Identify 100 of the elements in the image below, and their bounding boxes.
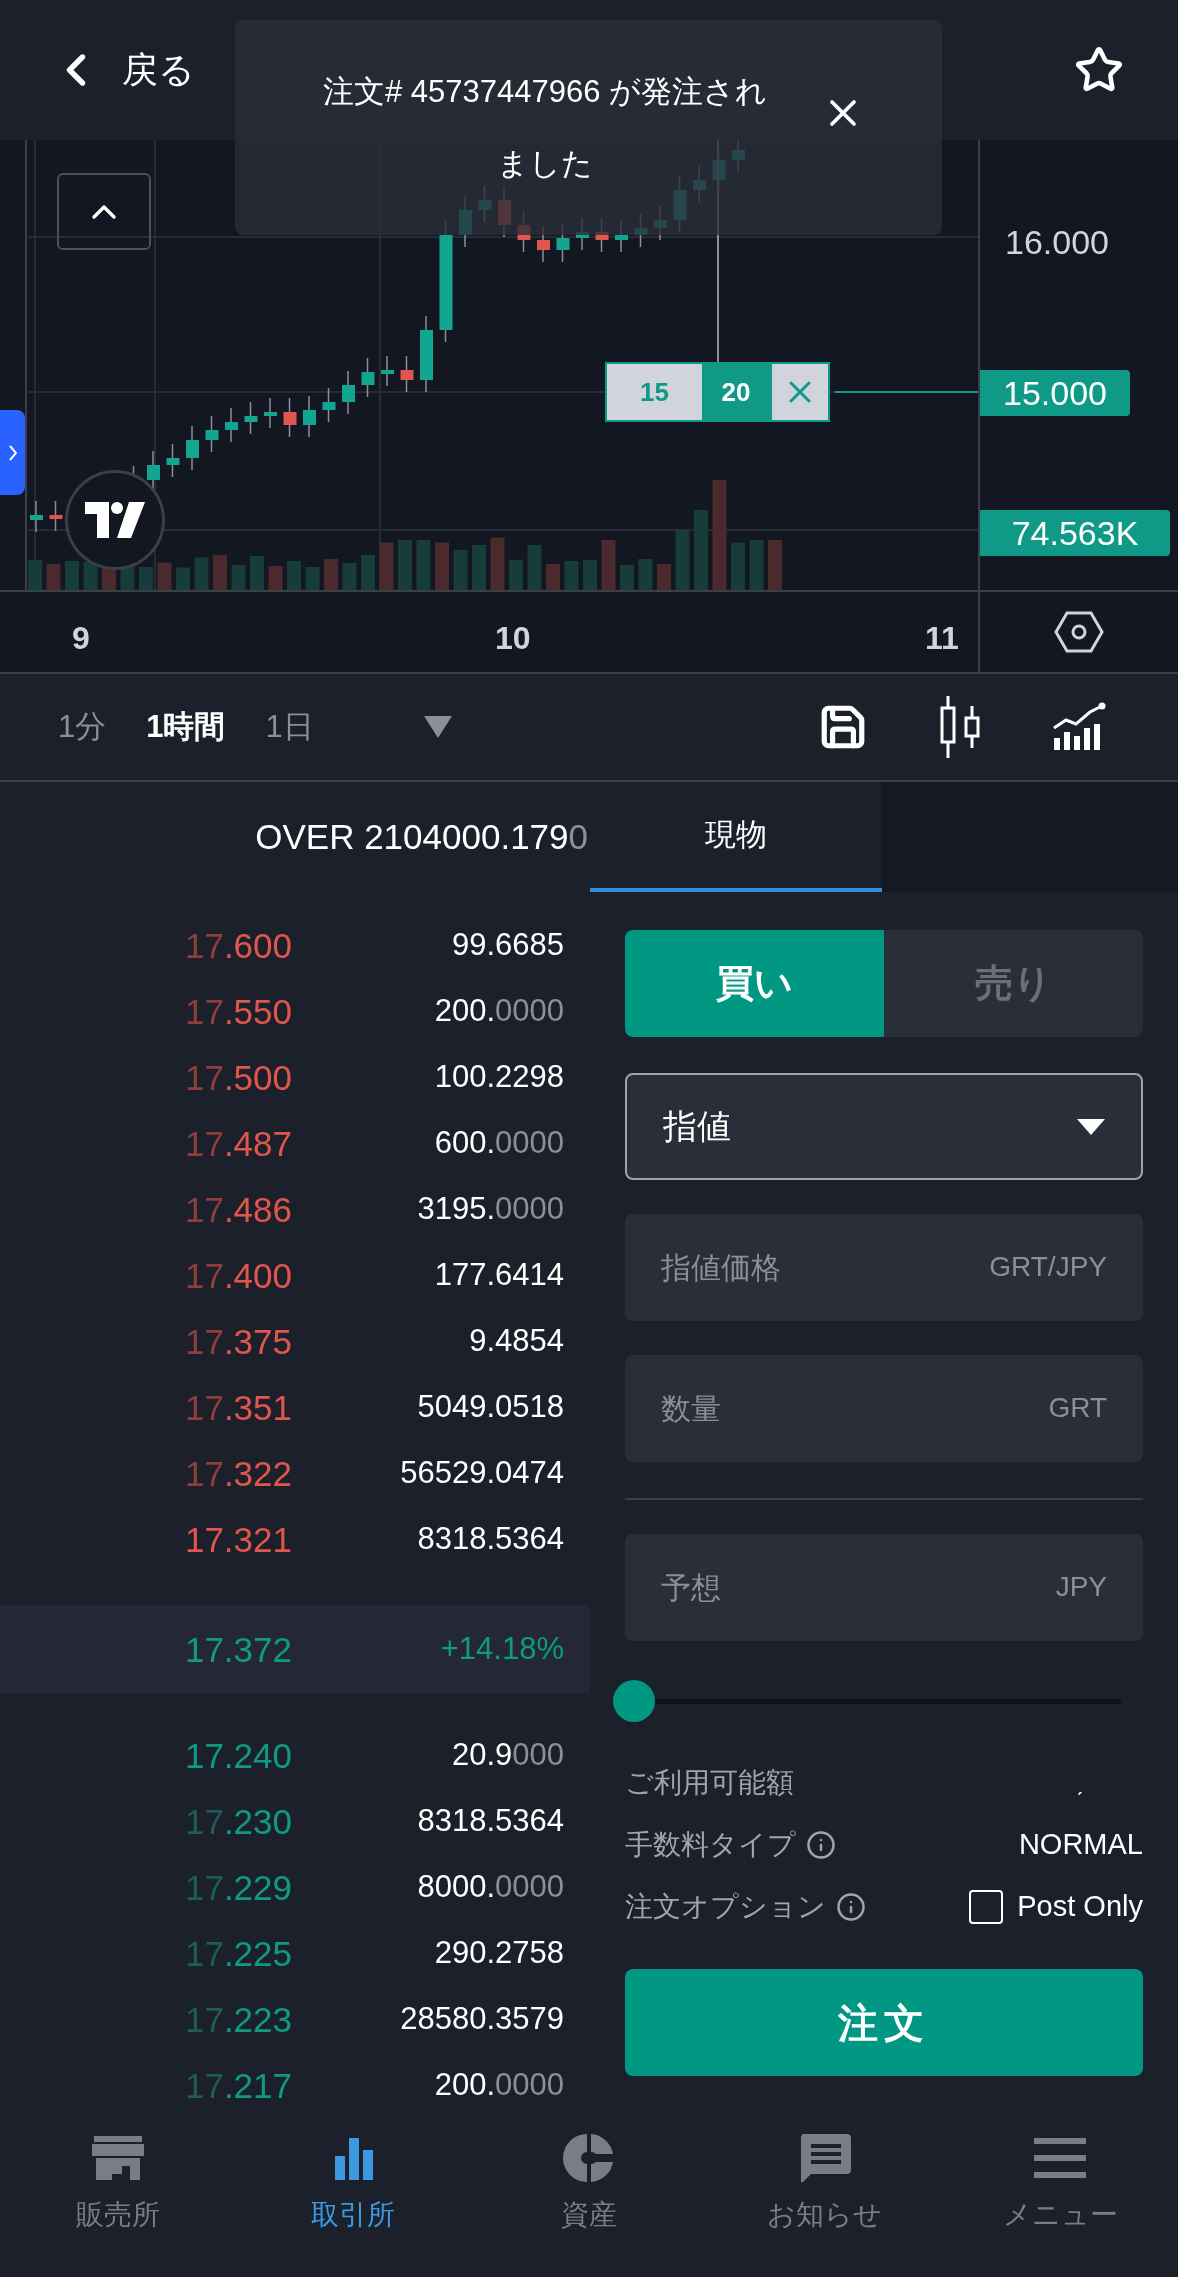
ask-amount: 9.4854 <box>469 1321 564 1360</box>
ask-amount: 5049.0518 <box>417 1387 564 1426</box>
candlestick-icon[interactable] <box>938 696 982 758</box>
side-panel-handle[interactable] <box>0 410 25 495</box>
order-button[interactable]: 注文 <box>625 1969 1143 2076</box>
ask-price: 17.486 <box>184 1191 292 1227</box>
candle <box>264 397 277 429</box>
time-axis-label: 9 <box>72 619 90 658</box>
volume-bar <box>361 555 375 590</box>
volume-bar <box>583 560 597 590</box>
candle <box>205 415 219 453</box>
bid-price: 17.229 <box>184 1869 292 1905</box>
volume-bar <box>509 560 523 590</box>
candle <box>381 355 394 387</box>
volume-bar <box>268 566 283 590</box>
ask-price: 17.400 <box>184 1257 292 1293</box>
volume-bar <box>250 556 264 590</box>
amount-slider[interactable] <box>613 1679 1121 1723</box>
info-icon[interactable] <box>836 1892 866 1922</box>
volume-bar <box>324 559 338 590</box>
bid-amount: 290.2758 <box>434 1933 564 1972</box>
volume-bar <box>194 557 209 590</box>
candle <box>186 425 199 471</box>
volume-bar <box>65 561 79 590</box>
volume-bar <box>46 564 61 590</box>
bid-price: 17.217 <box>184 2067 292 2103</box>
volume-bar <box>453 550 468 590</box>
info-icon[interactable] <box>806 1830 836 1860</box>
candle <box>322 387 336 423</box>
order-type-dropdown[interactable]: 指値 <box>625 1073 1143 1180</box>
ask-price: 17.550 <box>184 993 292 1029</box>
unit-label: JPY <box>1055 1570 1107 1604</box>
volume-bar <box>564 561 579 590</box>
order-quantity: 20 <box>702 364 770 420</box>
indicators-icon[interactable] <box>1052 702 1108 752</box>
bid-amount: 200.0000 <box>434 2065 564 2104</box>
bid-amount: 28580.3579 <box>400 1999 564 2038</box>
nav-tab[interactable]: 販売所 <box>0 2120 236 2277</box>
volume-bar <box>305 567 320 590</box>
price-change: +14.18% <box>440 1629 564 1668</box>
order-option-label: 注文オプション <box>625 1890 826 1924</box>
volume-bar <box>213 555 227 590</box>
bid-price: 17.225 <box>184 1935 292 1971</box>
bid-price: 17.223 <box>184 2001 292 2037</box>
volume-bar <box>287 561 301 590</box>
post-only-checkbox[interactable] <box>969 1890 1004 1924</box>
price-axis-label: 16.000 <box>1005 222 1109 263</box>
unit-label: GRT/JPY <box>989 1250 1107 1284</box>
back-button[interactable]: 戻る <box>50 43 195 97</box>
bid-amount: 8000.0000 <box>417 1867 564 1906</box>
side-toggle[interactable]: 売り <box>884 930 1143 1037</box>
available-label: ご利用可能額 <box>625 1766 794 1800</box>
volume-bar <box>176 567 190 590</box>
volume-bar <box>638 559 653 590</box>
nav-tab[interactable]: お知らせ <box>706 2120 943 2277</box>
candle <box>49 500 63 532</box>
candle <box>400 355 414 393</box>
ask-price: 17.322 <box>184 1455 292 1491</box>
volume-bar <box>435 542 449 590</box>
unit-label: GRT <box>1048 1391 1107 1425</box>
order-book-header: OVER 2104000.1790 <box>255 815 588 858</box>
settings-icon[interactable] <box>1054 610 1104 654</box>
interval-tab[interactable]: 1日 <box>265 703 314 751</box>
volume-bar <box>527 545 542 590</box>
candle <box>30 500 43 533</box>
time-axis-label: 10 <box>495 619 531 658</box>
nav-tab[interactable]: 資産 <box>471 2120 707 2277</box>
dropdown-triangle-icon[interactable] <box>423 716 452 738</box>
volume-bar <box>546 564 560 590</box>
ask-amount: 177.6414 <box>434 1255 564 1294</box>
candle <box>283 397 297 438</box>
ask-price: 17.375 <box>184 1323 292 1359</box>
side-toggle[interactable]: 買い <box>625 930 884 1037</box>
ask-amount: 56529.0474 <box>400 1453 564 1492</box>
volume-bar <box>472 545 486 590</box>
candle <box>225 407 238 443</box>
store-icon <box>89 2134 146 2182</box>
candle <box>303 395 316 438</box>
fee-type-value: NORMAL <box>1018 1827 1143 1863</box>
nav-tab[interactable]: 取引所 <box>235 2120 472 2277</box>
ask-amount: 600.0000 <box>434 1123 564 1162</box>
order-price-tag: 15.000 <box>980 370 1130 416</box>
volume-bar <box>231 565 246 590</box>
ask-amount: 200.0000 <box>434 991 564 1030</box>
nav-tab[interactable]: メニュー <box>942 2120 1178 2277</box>
bid-price: 17.230 <box>184 1803 292 1839</box>
volume-bar <box>490 537 505 590</box>
interval-tab[interactable]: 1時間 <box>146 703 226 751</box>
order-label: 15 <box>607 364 702 420</box>
last-price: 17.372 <box>184 1631 292 1667</box>
volume-bar <box>120 566 135 590</box>
caret-icon <box>1077 1118 1105 1135</box>
bid-amount: 20.9000 <box>451 1735 564 1774</box>
interval-tab[interactable]: 1分 <box>58 703 107 751</box>
time-axis-label: 11 <box>925 619 959 658</box>
ask-amount: 99.6685 <box>451 925 564 964</box>
bid-price: 17.240 <box>184 1737 292 1773</box>
volume-bar <box>83 562 98 590</box>
slider-thumb[interactable] <box>613 1680 655 1722</box>
post-only-label: Post Only <box>1017 1889 1143 1925</box>
